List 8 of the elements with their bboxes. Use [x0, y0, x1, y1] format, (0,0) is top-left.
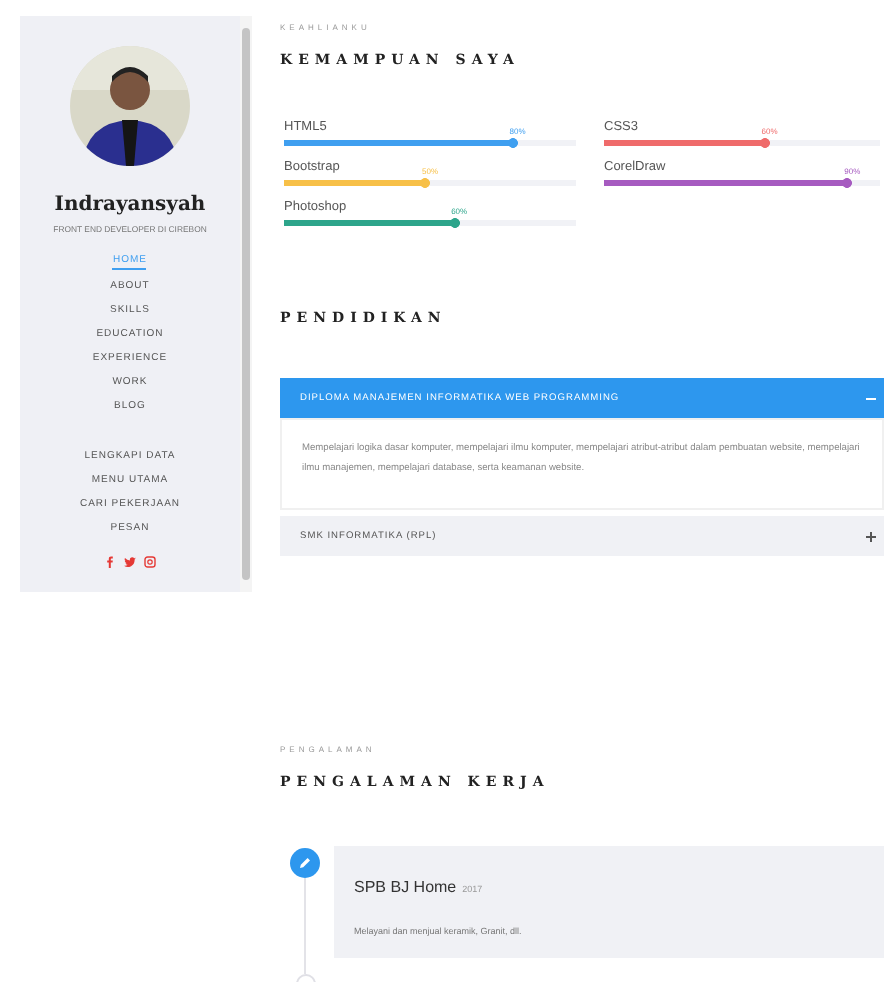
pencil-icon — [290, 848, 320, 878]
profile-name: Indrayansyah — [54, 194, 206, 216]
scrollbar[interactable] — [240, 16, 252, 592]
facebook-icon[interactable] — [104, 556, 116, 568]
job-title: SPB BJ Home — [354, 878, 457, 896]
instagram-icon[interactable] — [144, 556, 156, 568]
twitter-icon[interactable] — [124, 556, 136, 568]
plus-icon[interactable] — [866, 531, 876, 541]
